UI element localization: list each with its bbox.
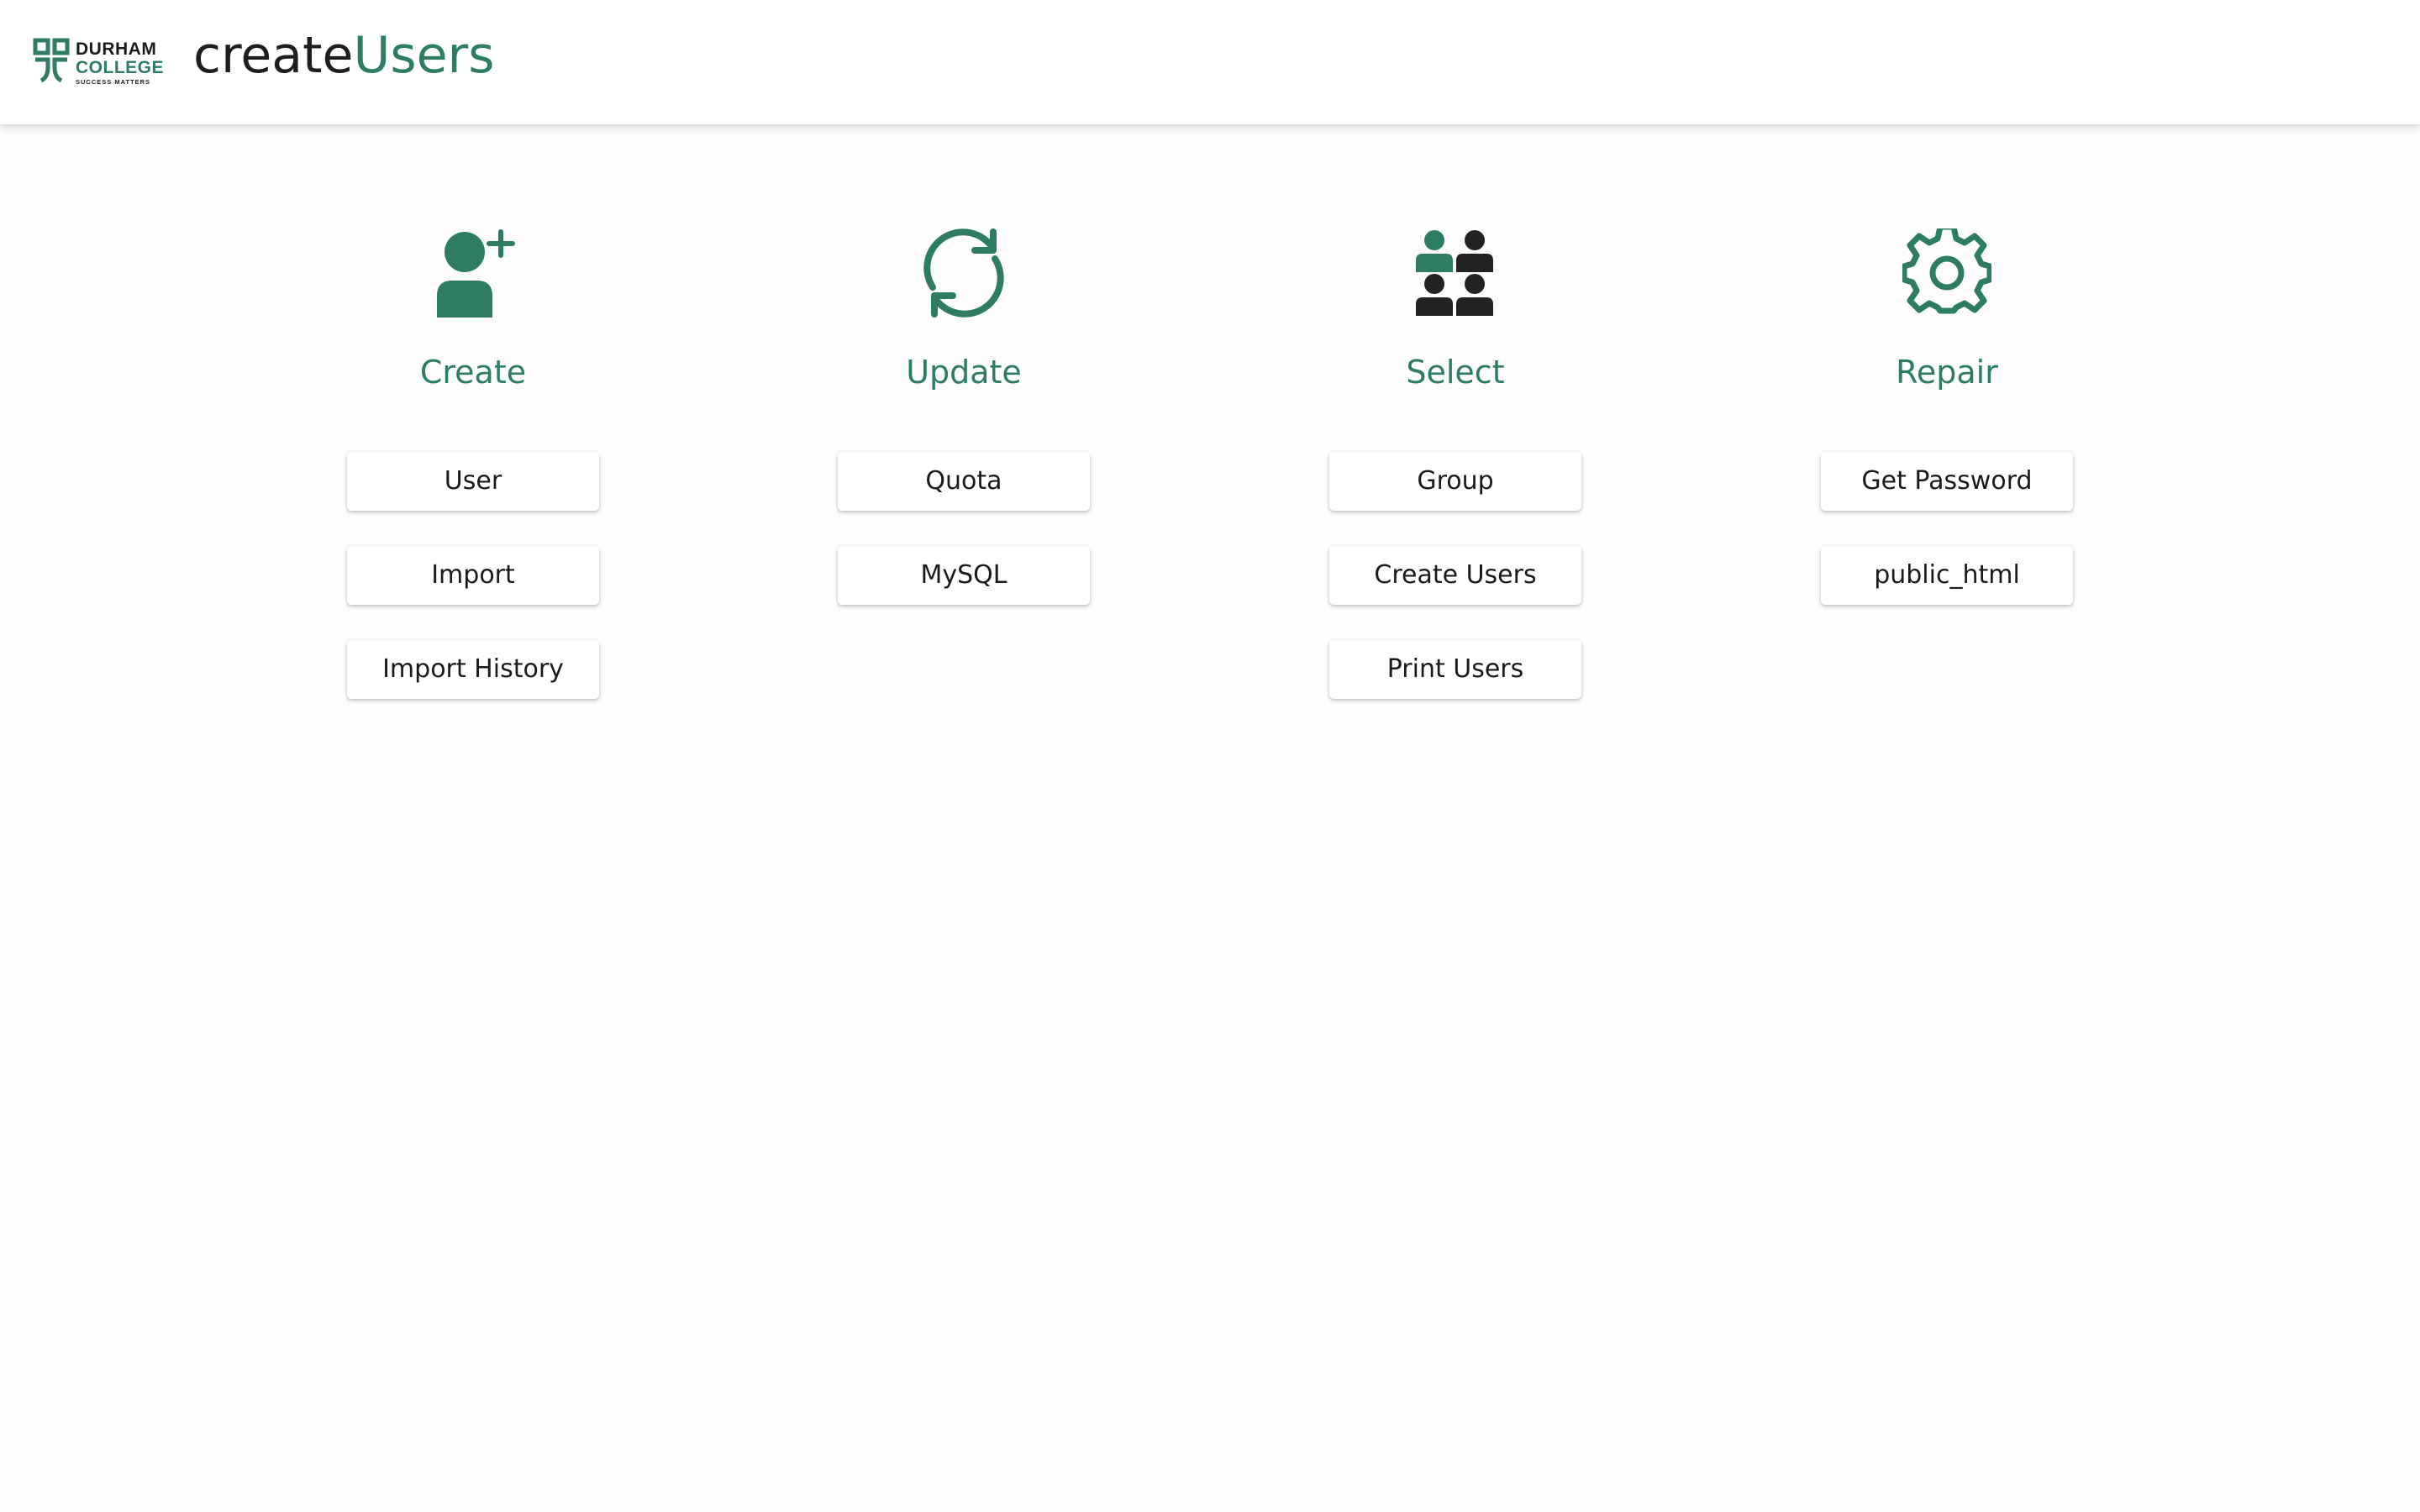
mysql-button[interactable]: MySQL [838, 546, 1090, 605]
app-title-users: Users [353, 26, 495, 85]
durham-college-logo[interactable]: DURHAM COLLEGE SUCCESS MATTERS [32, 37, 166, 89]
app-header: DURHAM COLLEGE SUCCESS MATTERS createUse… [0, 0, 2420, 124]
quota-button[interactable]: Quota [838, 452, 1090, 511]
column-title: Update [906, 354, 1022, 391]
user-plus-icon [437, 229, 515, 318]
import-history-button[interactable]: Import History [347, 640, 599, 699]
user-button[interactable]: User [347, 452, 599, 511]
group-button[interactable]: Group [1329, 452, 1581, 511]
import-button[interactable]: Import [347, 546, 599, 605]
column-repair: Repair Get Password public_html [1812, 228, 2081, 640]
get-password-button[interactable]: Get Password [1821, 452, 2073, 511]
logo-line-college: COLLEGE [76, 58, 165, 77]
print-users-button[interactable]: Print Users [1329, 640, 1581, 699]
shield-logo-icon [33, 38, 70, 83]
column-title: Create [419, 354, 527, 391]
column-title: Repair [1896, 354, 1998, 391]
app-title-create: create [193, 26, 354, 85]
gear-icon [1902, 228, 1991, 314]
refresh-icon [923, 228, 1004, 318]
create-users-button[interactable]: Create Users [1329, 546, 1581, 605]
column-update: Update Quota MySQL [829, 228, 1098, 640]
app-title: createUsers [193, 20, 495, 91]
column-title: Select [1406, 354, 1505, 391]
public-html-button[interactable]: public_html [1821, 546, 2073, 605]
logo-line-durham: DURHAM [76, 39, 157, 59]
user-group-icon [1416, 230, 1493, 316]
column-select: Select Group Create Users Print Users [1321, 228, 1590, 734]
column-create: Create User Import Import History [339, 228, 608, 734]
logo-tagline: SUCCESS MATTERS [76, 78, 151, 86]
